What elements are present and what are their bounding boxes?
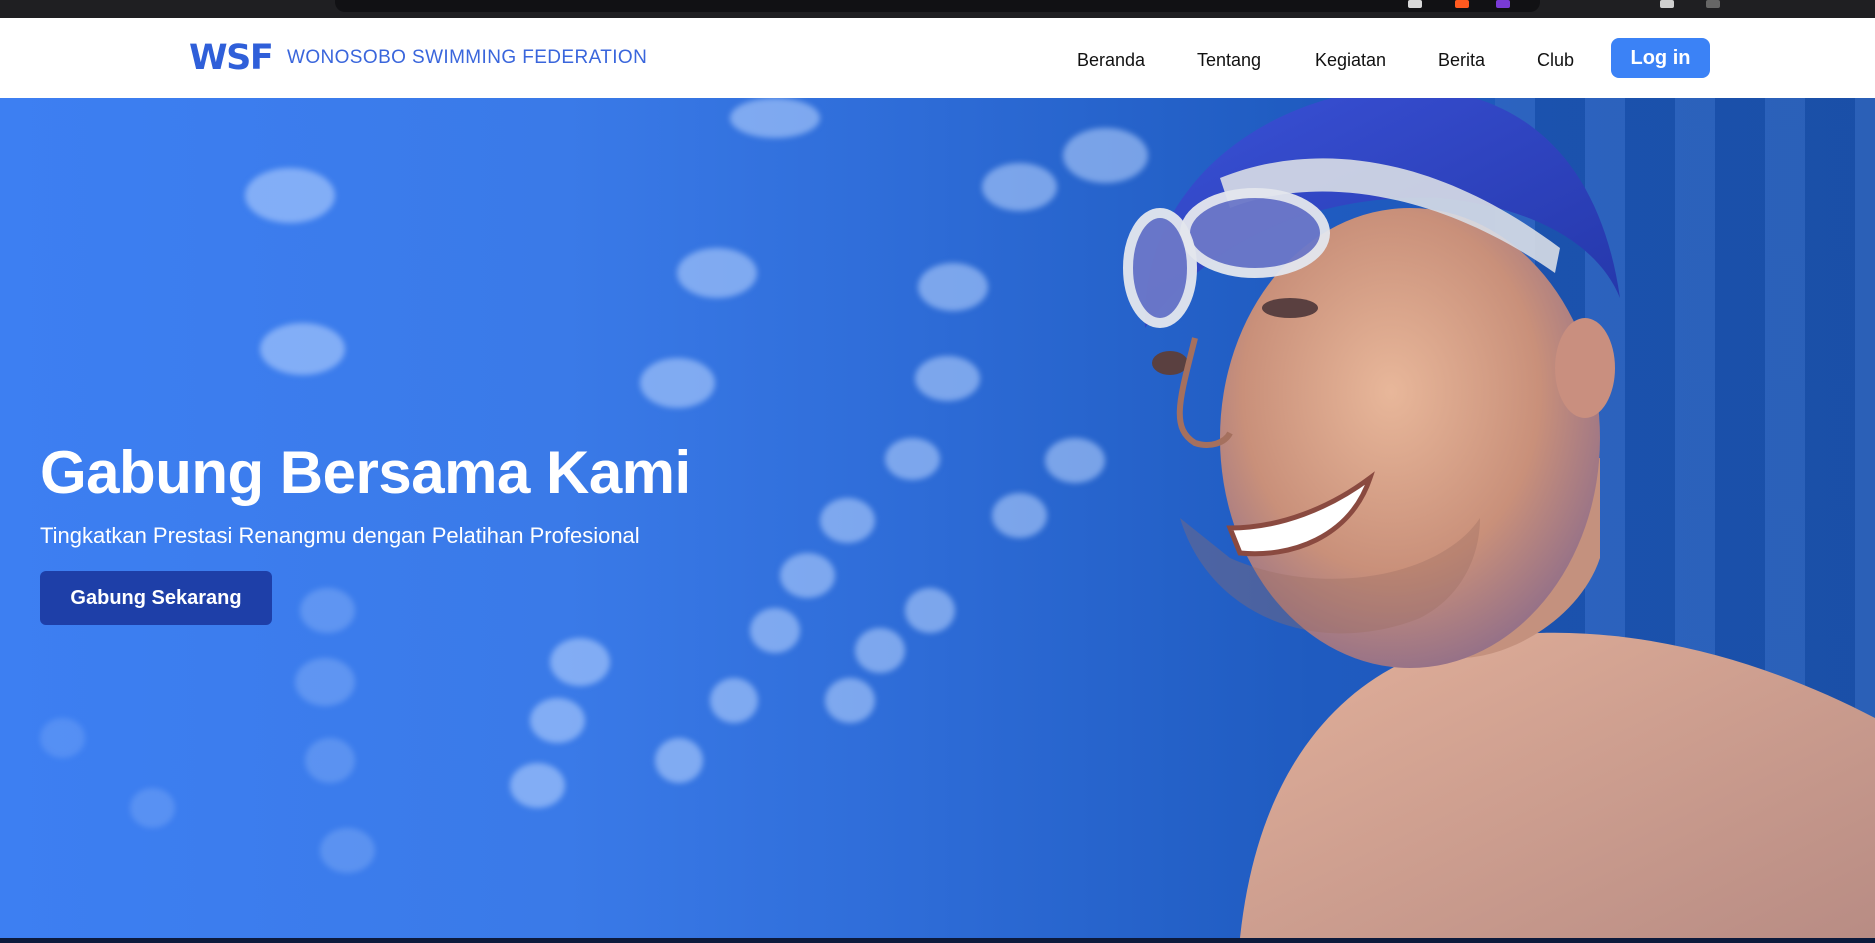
bokeh-light <box>530 698 585 743</box>
brave-shield-icon[interactable] <box>1455 0 1469 8</box>
bokeh-light <box>780 553 835 598</box>
hero-subtitle: Tingkatkan Prestasi Renangmu dengan Pela… <box>40 523 640 548</box>
bokeh-light <box>825 678 875 723</box>
bokeh-light <box>320 828 375 873</box>
bokeh-light <box>915 356 980 401</box>
bokeh-light <box>855 628 905 673</box>
bokeh-light <box>40 718 85 758</box>
bokeh-light <box>640 358 715 408</box>
nav-link-tentang[interactable]: Tentang <box>1197 48 1261 72</box>
bokeh-light <box>300 588 355 633</box>
bokeh-light <box>550 638 610 686</box>
bokeh-light <box>982 163 1057 211</box>
bokeh-light <box>885 438 940 480</box>
bokeh-light <box>677 248 757 298</box>
next-section-edge <box>0 938 1875 943</box>
extensions-puzzle-icon[interactable] <box>1706 0 1720 8</box>
site-navbar: WSF WONOSOBO SWIMMING FEDERATION Beranda… <box>0 18 1875 98</box>
hero-banner: Gabung Bersama Kami Tingkatkan Prestasi … <box>0 98 1875 938</box>
hero-title: Gabung Bersama Kami <box>40 439 691 506</box>
bokeh-light <box>130 788 175 828</box>
nav-link-berita[interactable]: Berita <box>1438 48 1485 72</box>
bokeh-light <box>260 323 345 375</box>
nav-link-kegiatan[interactable]: Kegiatan <box>1315 48 1386 72</box>
bokeh-light <box>245 168 335 223</box>
nav-link-club[interactable]: Club <box>1537 48 1574 72</box>
bokeh-light <box>918 263 988 311</box>
browser-top-strip <box>0 0 1875 18</box>
login-button[interactable]: Log in <box>1611 38 1710 78</box>
browser-address-bar[interactable] <box>335 0 1540 12</box>
sidebar-toggle-icon[interactable] <box>1660 0 1674 8</box>
swimmer-image <box>1123 98 1875 938</box>
bokeh-light <box>730 98 820 138</box>
bokeh-light <box>820 498 875 543</box>
bokeh-light <box>655 738 703 783</box>
bokeh-light <box>992 493 1047 538</box>
bokeh-light <box>905 588 955 633</box>
bokeh-light <box>750 608 800 653</box>
bokeh-light <box>510 763 565 808</box>
bokeh-light <box>295 658 355 706</box>
bokeh-light <box>305 738 355 783</box>
extension-icon[interactable] <box>1496 0 1510 8</box>
nav-link-beranda[interactable]: Beranda <box>1077 48 1145 72</box>
extension-icon[interactable] <box>1408 0 1422 8</box>
main-nav: Beranda Tentang Kegiatan Berita Club <box>0 48 1875 72</box>
join-now-button[interactable]: Gabung Sekarang <box>40 571 272 625</box>
bokeh-light <box>710 678 758 723</box>
